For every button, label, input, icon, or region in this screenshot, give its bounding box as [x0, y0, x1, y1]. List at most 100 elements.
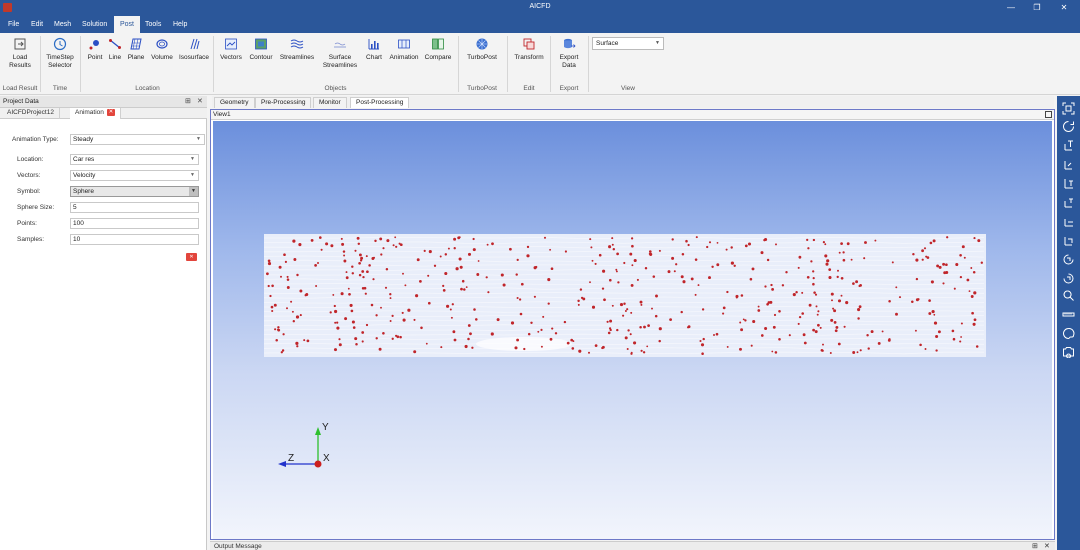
- sphere-particle: [563, 320, 567, 324]
- chart-button[interactable]: Chart: [363, 37, 385, 62]
- sphere-particle: [623, 302, 626, 306]
- minimize-button[interactable]: —: [1004, 2, 1018, 14]
- turbopost-button[interactable]: TurboPost: [464, 37, 500, 62]
- animation-type-select[interactable]: Steady ▼: [70, 134, 205, 145]
- view-yx-icon[interactable]: [1062, 158, 1075, 171]
- sphere-particle: [459, 265, 463, 269]
- rotate-90-icon[interactable]: [1062, 253, 1075, 266]
- compare-button[interactable]: Compare: [423, 37, 453, 62]
- menu-mesh[interactable]: Mesh: [48, 16, 77, 33]
- point-icon: [89, 40, 99, 50]
- sphere-particle: [518, 298, 522, 301]
- tab-animation[interactable]: Animation ✕: [70, 108, 121, 119]
- vectors-select[interactable]: Velocity ▼: [70, 170, 199, 181]
- load-results-button[interactable]: Load Results: [6, 37, 34, 70]
- sphere-particle: [419, 280, 422, 283]
- menu-file[interactable]: File: [2, 16, 25, 33]
- maximize-view-button[interactable]: [1045, 111, 1052, 118]
- sphere-particle: [356, 236, 360, 240]
- rotate-neg-90-icon[interactable]: [1062, 272, 1075, 285]
- tab-project[interactable]: AICFDProject12: [2, 108, 60, 119]
- sphere-particle: [360, 256, 364, 260]
- surface-streamlines-button[interactable]: Surface Streamlines: [320, 37, 360, 70]
- sphere-particle: [646, 345, 649, 348]
- z-axis-arrow-icon: [278, 461, 286, 467]
- points-input[interactable]: 100: [70, 218, 199, 229]
- sphere-particle: [566, 341, 570, 345]
- palette-icon[interactable]: [1062, 327, 1075, 340]
- isosurface-icon: [190, 38, 200, 50]
- contour-button[interactable]: Contour: [246, 37, 276, 62]
- ruler-icon[interactable]: [1062, 308, 1075, 321]
- sphere-particle: [451, 303, 454, 306]
- sphere-particle: [630, 283, 634, 287]
- sphere-particle: [744, 244, 748, 248]
- tab-close-icon[interactable]: ✕: [106, 108, 115, 116]
- panel-close-button[interactable]: ✕: [197, 97, 203, 105]
- sphere-particle: [770, 283, 773, 287]
- sphere-particle: [351, 265, 354, 268]
- volume-button[interactable]: Volume: [149, 37, 175, 62]
- sphere-particle: [858, 284, 861, 288]
- rotate-icon[interactable]: [1062, 120, 1075, 133]
- sphere-size-input[interactable]: 5: [70, 202, 199, 213]
- view-type-select[interactable]: Surface ▼: [592, 37, 664, 50]
- streamlines-button[interactable]: Streamlines: [278, 37, 316, 62]
- sphere-particle: [857, 317, 860, 320]
- group-load-result-label: Load Result: [2, 85, 38, 92]
- menu-post[interactable]: Post: [114, 16, 141, 33]
- tab-post-processing[interactable]: Post-Processing: [350, 97, 410, 108]
- fit-view-icon[interactable]: [1062, 102, 1075, 115]
- menu-tools[interactable]: Tools: [139, 16, 167, 33]
- sphere-particle: [960, 322, 963, 325]
- plane-button[interactable]: Plane: [125, 37, 147, 62]
- menu-solution[interactable]: Solution: [76, 16, 113, 33]
- vectors-button[interactable]: Vectors: [218, 37, 244, 62]
- animation-button[interactable]: Animation: [387, 37, 421, 62]
- sphere-particle: [973, 318, 977, 322]
- view-xy-icon[interactable]: [1062, 139, 1075, 152]
- point-button[interactable]: Point: [85, 37, 105, 62]
- sphere-particle: [744, 319, 747, 322]
- samples-input[interactable]: 10: [70, 234, 199, 245]
- zoom-icon[interactable]: [1062, 289, 1075, 302]
- sphere-particle: [826, 259, 830, 263]
- sphere-particle: [487, 291, 490, 294]
- pin-icon[interactable]: ⊞: [1032, 542, 1038, 550]
- sphere-particle: [933, 313, 936, 316]
- tab-geometry[interactable]: Geometry: [214, 97, 255, 108]
- screenshot-icon[interactable]: [1062, 345, 1075, 358]
- sphere-particle: [334, 309, 338, 314]
- sphere-particle: [343, 254, 346, 257]
- view-yz-icon[interactable]: [1062, 215, 1075, 228]
- sphere-particle: [423, 249, 426, 252]
- location-select[interactable]: Car res ▼: [70, 154, 199, 165]
- view-zx-icon[interactable]: [1062, 196, 1075, 209]
- output-close-button[interactable]: ✕: [1044, 542, 1050, 550]
- menu-edit[interactable]: Edit: [25, 16, 49, 33]
- pin-icon[interactable]: ⊞: [185, 97, 191, 105]
- line-button[interactable]: Line: [106, 37, 124, 62]
- sphere-particle: [806, 238, 809, 242]
- 3d-viewport[interactable]: Y Z X: [213, 121, 1052, 539]
- sphere-particle: [852, 351, 856, 354]
- export-data-button[interactable]: Export Data: [555, 37, 583, 70]
- sphere-particle: [788, 334, 791, 337]
- menu-help[interactable]: Help: [167, 16, 193, 33]
- remove-button[interactable]: ✕: [186, 253, 197, 261]
- sphere-particle: [623, 261, 626, 265]
- view-xz-icon[interactable]: [1062, 177, 1075, 190]
- tab-pre-processing[interactable]: Pre-Processing: [255, 97, 312, 108]
- z-axis-label: Z: [288, 453, 294, 464]
- close-button[interactable]: ✕: [1057, 2, 1071, 14]
- tab-monitor[interactable]: Monitor: [313, 97, 347, 108]
- sphere-particle: [629, 333, 632, 336]
- isosurface-button[interactable]: Isosurface: [178, 37, 210, 62]
- sphere-particle: [937, 330, 941, 334]
- restore-button[interactable]: ❐: [1030, 2, 1044, 14]
- sphere-particle: [699, 339, 702, 343]
- view-zy-icon[interactable]: [1062, 234, 1075, 247]
- symbol-select[interactable]: Sphere ▼: [70, 186, 199, 197]
- timestep-selector-button[interactable]: TimeStep Selector: [44, 37, 76, 70]
- transform-button[interactable]: Transform: [512, 37, 546, 62]
